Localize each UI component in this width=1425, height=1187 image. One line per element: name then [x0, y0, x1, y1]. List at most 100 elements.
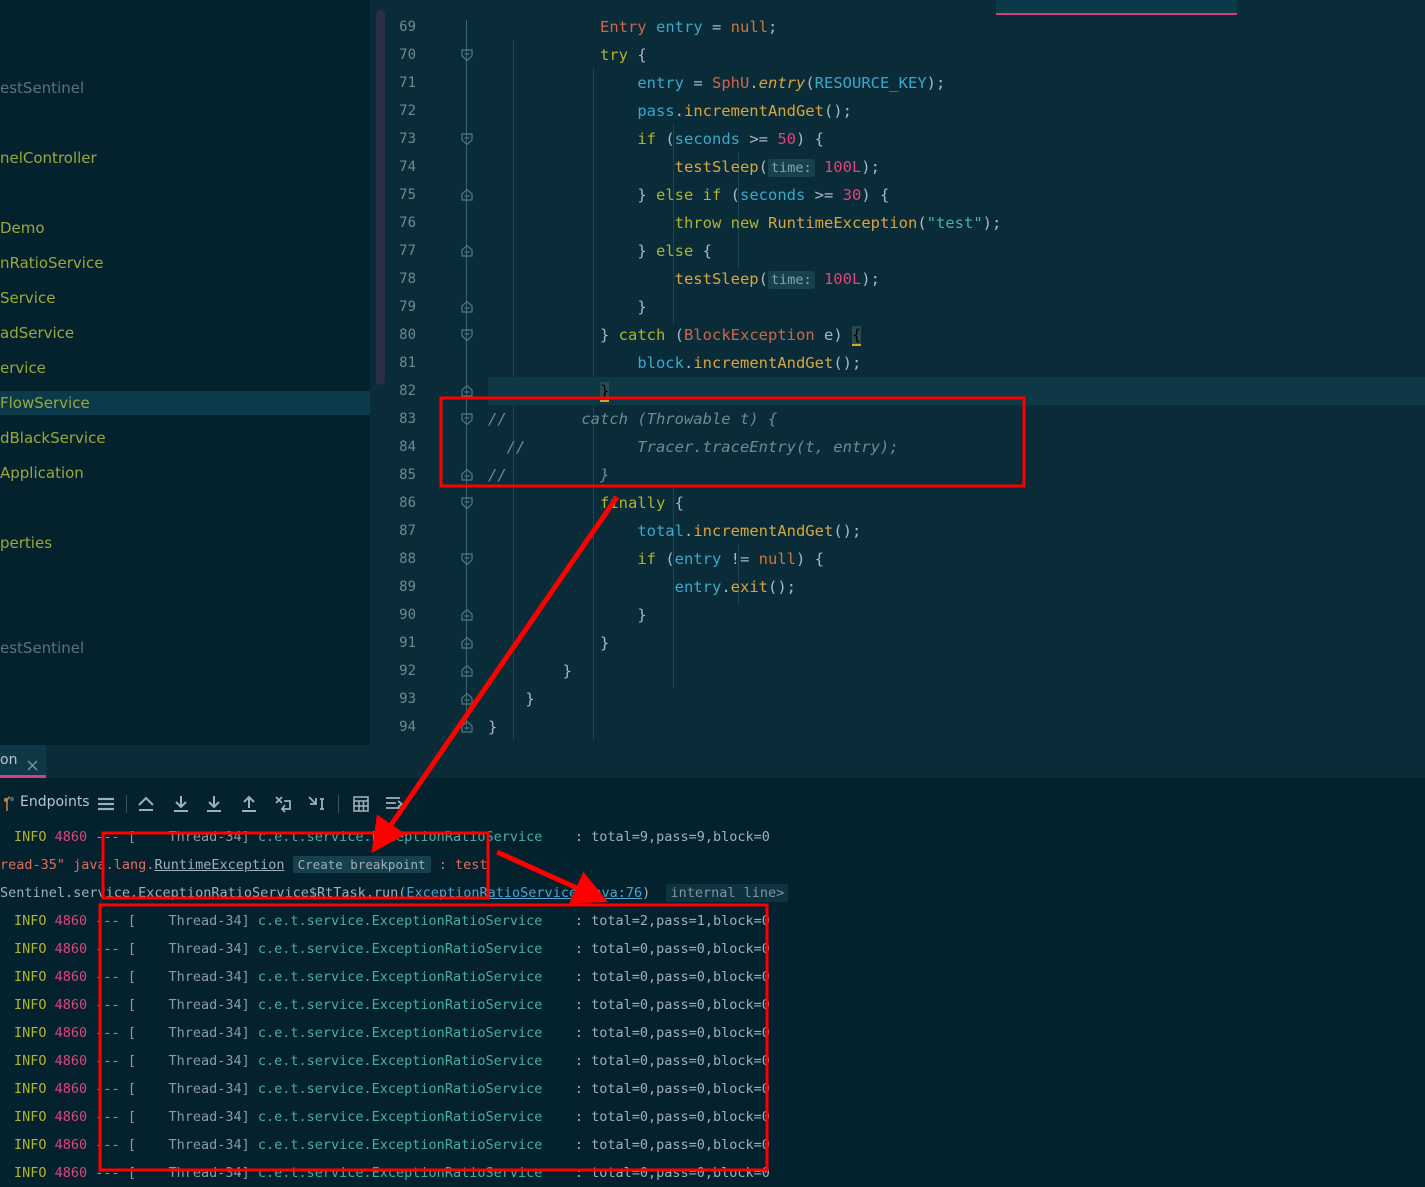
console-log-line[interactable]: INFO 4860 --- [ Thread-34] c.e.t.service…: [14, 935, 770, 963]
evaluate-expression-icon[interactable]: [349, 792, 373, 816]
fold-collapse-icon[interactable]: [460, 237, 474, 265]
sidebar-item[interactable]: dBlackService: [0, 426, 370, 450]
log-message: : total=2,pass=1,block=0: [542, 913, 770, 929]
sidebar-item[interactable]: nRatioService: [0, 251, 370, 275]
console-log-line[interactable]: INFO 4860 --- [ Thread-34] c.e.t.service…: [14, 1075, 770, 1103]
console-log-line[interactable]: INFO 4860 --- [ Thread-34] c.e.t.service…: [14, 1159, 770, 1187]
console-log-line[interactable]: INFO 4860 --- [ Thread-34] c.e.t.service…: [14, 907, 770, 935]
step-over-icon[interactable]: [169, 792, 193, 816]
close-icon[interactable]: [26, 753, 39, 771]
console-log-line[interactable]: INFO 4860 --- [ Thread-34] c.e.t.service…: [14, 1103, 770, 1131]
show-execution-point-icon[interactable]: [134, 792, 158, 816]
console-log-line[interactable]: Sentinel.service.ExceptionRatioService$R…: [0, 879, 789, 907]
log-thread: Thread-34]: [135, 1109, 250, 1125]
project-sidebar[interactable]: estSentinel nelController Demo nRatioServic…: [0, 0, 370, 745]
soft-wrap-icon[interactable]: [382, 792, 406, 816]
fold-expand-icon[interactable]: [460, 321, 474, 349]
code-line[interactable]: }: [488, 685, 1425, 713]
fold-collapse-icon[interactable]: [460, 461, 474, 489]
sidebar-item[interactable]: perties: [0, 531, 370, 555]
console-log-line[interactable]: INFO 4860 --- [ Thread-34] c.e.t.service…: [14, 1047, 770, 1075]
fold-collapse-icon[interactable]: [460, 377, 474, 405]
sidebar-item[interactable]: adService: [0, 321, 370, 345]
line-number: 94: [399, 719, 416, 735]
sidebar-item[interactable]: Service: [0, 286, 370, 310]
code-line[interactable]: total.incrementAndGet();: [488, 517, 1425, 545]
console-log-line[interactable]: INFO 4860 --- [ Thread-34] c.e.t.service…: [14, 1131, 770, 1159]
code-line[interactable]: pass.incrementAndGet();: [488, 97, 1425, 125]
fold-expand-icon[interactable]: [460, 405, 474, 433]
code-line[interactable]: // }: [488, 461, 1425, 489]
fold-collapse-icon[interactable]: [460, 713, 474, 741]
stacktrace-file-link[interactable]: ExceptionRatioService.java:76: [406, 885, 642, 901]
console-log-line[interactable]: INFO 4860 --- [ Thread-34] c.e.t.service…: [14, 1019, 770, 1047]
sidebar-item[interactable]: nelController: [0, 146, 370, 170]
exception-message: : test: [430, 857, 488, 873]
code-line[interactable]: finally {: [488, 489, 1425, 517]
code-line[interactable]: if (entry != null) {: [488, 545, 1425, 573]
sidebar-item[interactable]: Demo: [0, 216, 370, 240]
fold-collapse-icon[interactable]: [460, 181, 474, 209]
sidebar-item[interactable]: ervice: [0, 356, 370, 380]
code-token: null: [758, 550, 796, 568]
console-log-line[interactable]: INFO 4860 --- [ Thread-34] c.e.t.service…: [14, 823, 770, 851]
code-line[interactable]: entry.exit();: [488, 573, 1425, 601]
fold-expand-icon[interactable]: [460, 489, 474, 517]
log-logger: c.e.t.service.ExceptionRatioService: [249, 1109, 543, 1125]
code-line[interactable]: }: [488, 293, 1425, 321]
console-log-line[interactable]: INFO 4860 --- [ Thread-34] c.e.t.service…: [14, 991, 770, 1019]
code-token: !=: [721, 550, 759, 568]
step-into-icon[interactable]: [202, 792, 226, 816]
run-to-cursor-icon[interactable]: [305, 792, 329, 816]
line-number: 85: [399, 467, 416, 483]
step-out-icon[interactable]: [237, 792, 261, 816]
code-line[interactable]: // Tracer.traceEntry(t, entry);: [488, 433, 1425, 461]
code-line[interactable]: testSleep(time: 100L);: [488, 153, 1425, 181]
editor-tab-active-indicator[interactable]: [996, 0, 1237, 15]
sidebar-item[interactable]: FlowService: [0, 391, 370, 415]
fold-expand-icon[interactable]: [460, 545, 474, 573]
fold-collapse-icon[interactable]: [460, 685, 474, 713]
code-token: (: [655, 130, 675, 148]
sidebar-item[interactable]: Application: [0, 461, 370, 485]
log-space: [47, 1137, 55, 1153]
fold-collapse-icon[interactable]: [460, 657, 474, 685]
fold-collapse-icon[interactable]: [460, 293, 474, 321]
sidebar-item[interactable]: estSentinel: [0, 636, 370, 660]
sidebar-item-label: Service: [0, 289, 56, 307]
code-line[interactable]: }: [488, 601, 1425, 629]
code-line[interactable]: } else if (seconds >= 30) {: [488, 181, 1425, 209]
editor-gutter[interactable]: 69 70 71 72 73 74 75 76 77 78 79 80 81 82 83 84 85 86 87 88…: [370, 0, 488, 745]
code-line[interactable]: }: [488, 657, 1425, 685]
console-log-line[interactable]: INFO 4860 --- [ Thread-34] c.e.t.service…: [14, 963, 770, 991]
code-line[interactable]: if (seconds >= 50) {: [488, 125, 1425, 153]
code-line[interactable]: Entry entry = null;: [488, 13, 1425, 41]
console-output[interactable]: INFO 4860 --- [ Thread-34] c.e.t.service…: [0, 823, 1425, 1187]
code-line[interactable]: block.incrementAndGet();: [488, 349, 1425, 377]
code-line[interactable]: } catch (BlockException e) {: [488, 321, 1425, 349]
code-line[interactable]: throw new RuntimeException("test");: [488, 209, 1425, 237]
menu-icon[interactable]: [94, 792, 118, 816]
code-area[interactable]: Entry entry = null; try { entry = SphU.e…: [488, 0, 1425, 745]
console-log-line[interactable]: read-35" java.lang.RuntimeException Crea…: [0, 851, 487, 879]
code-line[interactable]: entry = SphU.entry(RESOURCE_KEY);: [488, 69, 1425, 97]
code-line[interactable]: } else {: [488, 237, 1425, 265]
log-thread: Thread-34]: [135, 1025, 250, 1041]
log-dash: ---: [87, 1025, 128, 1041]
sidebar-item[interactable]: estSentinel: [0, 76, 370, 100]
code-line[interactable]: testSleep(time: 100L);: [488, 265, 1425, 293]
fold-expand-icon[interactable]: [460, 41, 474, 69]
code-line[interactable]: }: [488, 377, 1425, 405]
force-step-into-icon[interactable]: [271, 792, 295, 816]
code-line[interactable]: try {: [488, 41, 1425, 69]
fold-expand-icon[interactable]: [460, 125, 474, 153]
code-line[interactable]: }: [488, 629, 1425, 657]
tab-run-console[interactable]: on: [0, 745, 46, 778]
code-line[interactable]: }: [488, 713, 1425, 741]
create-breakpoint-chip[interactable]: Create breakpoint: [292, 856, 431, 873]
code-line[interactable]: // catch (Throwable t) {: [488, 405, 1425, 433]
fold-collapse-icon[interactable]: [460, 629, 474, 657]
fold-collapse-icon[interactable]: [460, 601, 474, 629]
